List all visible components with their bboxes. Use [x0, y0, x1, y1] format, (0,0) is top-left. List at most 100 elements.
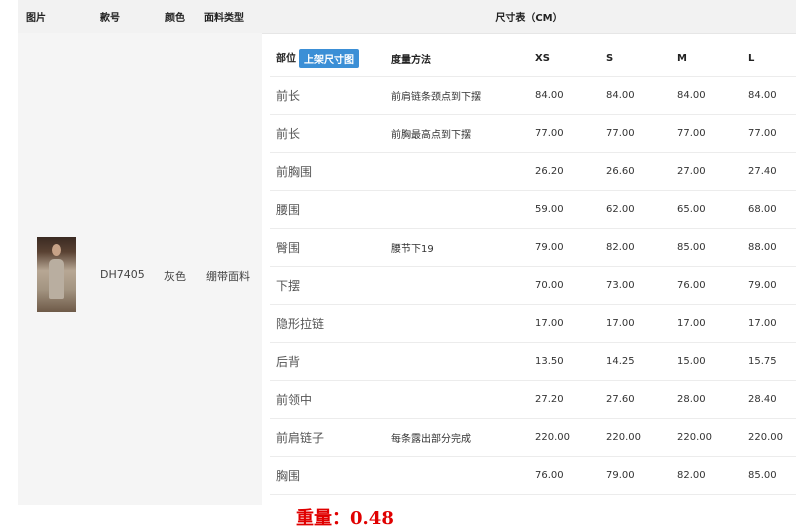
- style-number: DH7405: [100, 268, 145, 281]
- measure-method: [385, 342, 529, 381]
- size-chart-title: 尺寸表（CM）: [495, 13, 563, 24]
- value-m: 77.00: [671, 114, 742, 153]
- value-l: 85.00: [742, 456, 796, 495]
- part-name: 前肩链子: [270, 418, 385, 457]
- value-m: 85.00: [671, 228, 742, 267]
- size-chart-table: 部位 上架尺寸图 度量方法 XS S M L 前长 前肩链条颈点到下摆 84.00…: [270, 40, 796, 495]
- value-m: 28.00: [671, 380, 742, 419]
- product-size-sheet: 图片 款号 颜色 面料类型 DH7405 灰色 绷带面料 尺寸表（CM） 部位上…: [0, 0, 796, 529]
- value-m: 84.00: [671, 76, 742, 115]
- part-name: 后背: [270, 342, 385, 381]
- size-chart-image-button[interactable]: 上架尺寸图: [299, 48, 359, 68]
- value-xs: 84.00: [529, 76, 600, 115]
- value-m: 65.00: [671, 190, 742, 229]
- header-fabric: 面料类型: [204, 13, 244, 24]
- value-s: 14.25: [600, 342, 671, 381]
- part-name: 前领中: [270, 380, 385, 419]
- measure-method: [385, 304, 529, 343]
- measure-method: [385, 380, 529, 419]
- value-l: 220.00: [742, 418, 796, 457]
- value-xs: 79.00: [529, 228, 600, 267]
- size-header-xs: XS: [529, 40, 600, 77]
- table-row: 腰围 59.00 62.00 65.00 68.00: [270, 190, 796, 229]
- value-s: 62.00: [600, 190, 671, 229]
- measure-method: [385, 152, 529, 191]
- table-row: 前长 前肩链条颈点到下摆 84.00 84.00 84.00 84.00: [270, 76, 796, 115]
- value-s: 79.00: [600, 456, 671, 495]
- value-l: 79.00: [742, 266, 796, 305]
- value-l: 15.75: [742, 342, 796, 381]
- value-xs: 76.00: [529, 456, 600, 495]
- value-xs: 17.00: [529, 304, 600, 343]
- weight-label: 重量：0.48: [296, 508, 394, 529]
- table-row: 臀围 腰节下19 79.00 82.00 85.00 88.00: [270, 228, 796, 267]
- value-l: 84.00: [742, 76, 796, 115]
- measure-method: 腰节下19: [385, 228, 529, 267]
- size-chart-column-headers: 部位 上架尺寸图 度量方法 XS S M L: [270, 40, 796, 77]
- value-s: 82.00: [600, 228, 671, 267]
- table-row: 下摆 70.00 73.00 76.00 79.00: [270, 266, 796, 305]
- header-image: 图片: [26, 13, 46, 24]
- value-xs: 70.00: [529, 266, 600, 305]
- part-name: 下摆: [270, 266, 385, 305]
- value-xs: 59.00: [529, 190, 600, 229]
- value-m: 82.00: [671, 456, 742, 495]
- product-image[interactable]: [37, 237, 76, 312]
- value-xs: 27.20: [529, 380, 600, 419]
- part-name: 隐形拉链: [270, 304, 385, 343]
- value-m: 17.00: [671, 304, 742, 343]
- part-name: 前长: [270, 76, 385, 115]
- measure-method: [385, 266, 529, 305]
- value-s: 26.60: [600, 152, 671, 191]
- dress-shape: [49, 259, 64, 299]
- value-s: 84.00: [600, 76, 671, 115]
- model-head-shape: [52, 244, 61, 256]
- table-row: 前长 前胸最高点到下摆 77.00 77.00 77.00 77.00: [270, 114, 796, 153]
- size-header-m: M: [671, 40, 742, 77]
- size-chart-header: 尺寸表（CM）: [262, 0, 796, 34]
- part-name: 前长: [270, 114, 385, 153]
- value-s: 220.00: [600, 418, 671, 457]
- value-l: 28.40: [742, 380, 796, 419]
- value-xs: 77.00: [529, 114, 600, 153]
- measure-method: [385, 190, 529, 229]
- value-s: 73.00: [600, 266, 671, 305]
- value-m: 76.00: [671, 266, 742, 305]
- fabric-value: 绷带面料: [206, 270, 250, 283]
- part-header: 部位 上架尺寸图: [270, 40, 385, 77]
- size-header-s: S: [600, 40, 671, 77]
- measure-method: 前胸最高点到下摆: [385, 114, 529, 153]
- part-name: 前胸围: [270, 152, 385, 191]
- header-style-no: 款号: [100, 13, 120, 24]
- table-row: 前肩链子 每条露出部分完成 220.00 220.00 220.00 220.0…: [270, 418, 796, 457]
- value-s: 77.00: [600, 114, 671, 153]
- value-s: 17.00: [600, 304, 671, 343]
- value-xs: 220.00: [529, 418, 600, 457]
- table-row: 后背 13.50 14.25 15.00 15.75: [270, 342, 796, 381]
- value-l: 17.00: [742, 304, 796, 343]
- part-name: 腰围: [270, 190, 385, 229]
- value-m: 15.00: [671, 342, 742, 381]
- header-color: 颜色: [165, 13, 185, 24]
- value-xs: 13.50: [529, 342, 600, 381]
- table-row: 前领中 27.20 27.60 28.00 28.40: [270, 380, 796, 419]
- value-l: 27.40: [742, 152, 796, 191]
- size-header-l: L: [742, 40, 796, 77]
- value-l: 88.00: [742, 228, 796, 267]
- value-l: 77.00: [742, 114, 796, 153]
- value-l: 68.00: [742, 190, 796, 229]
- value-m: 220.00: [671, 418, 742, 457]
- measure-method: 每条露出部分完成: [385, 418, 529, 457]
- part-name: 胸围: [270, 456, 385, 495]
- value-s: 27.60: [600, 380, 671, 419]
- table-row: 前胸围 26.20 26.60 27.00 27.40: [270, 152, 796, 191]
- measure-method: 前肩链条颈点到下摆: [385, 76, 529, 115]
- value-m: 27.00: [671, 152, 742, 191]
- product-table-header: 图片 款号 颜色 面料类型: [18, 0, 262, 33]
- part-header-label: 部位: [276, 53, 296, 64]
- table-row: 胸围 76.00 79.00 82.00 85.00: [270, 456, 796, 495]
- value-xs: 26.20: [529, 152, 600, 191]
- color-value: 灰色: [164, 270, 186, 283]
- table-row: 隐形拉链 17.00 17.00 17.00 17.00: [270, 304, 796, 343]
- part-name: 臀围: [270, 228, 385, 267]
